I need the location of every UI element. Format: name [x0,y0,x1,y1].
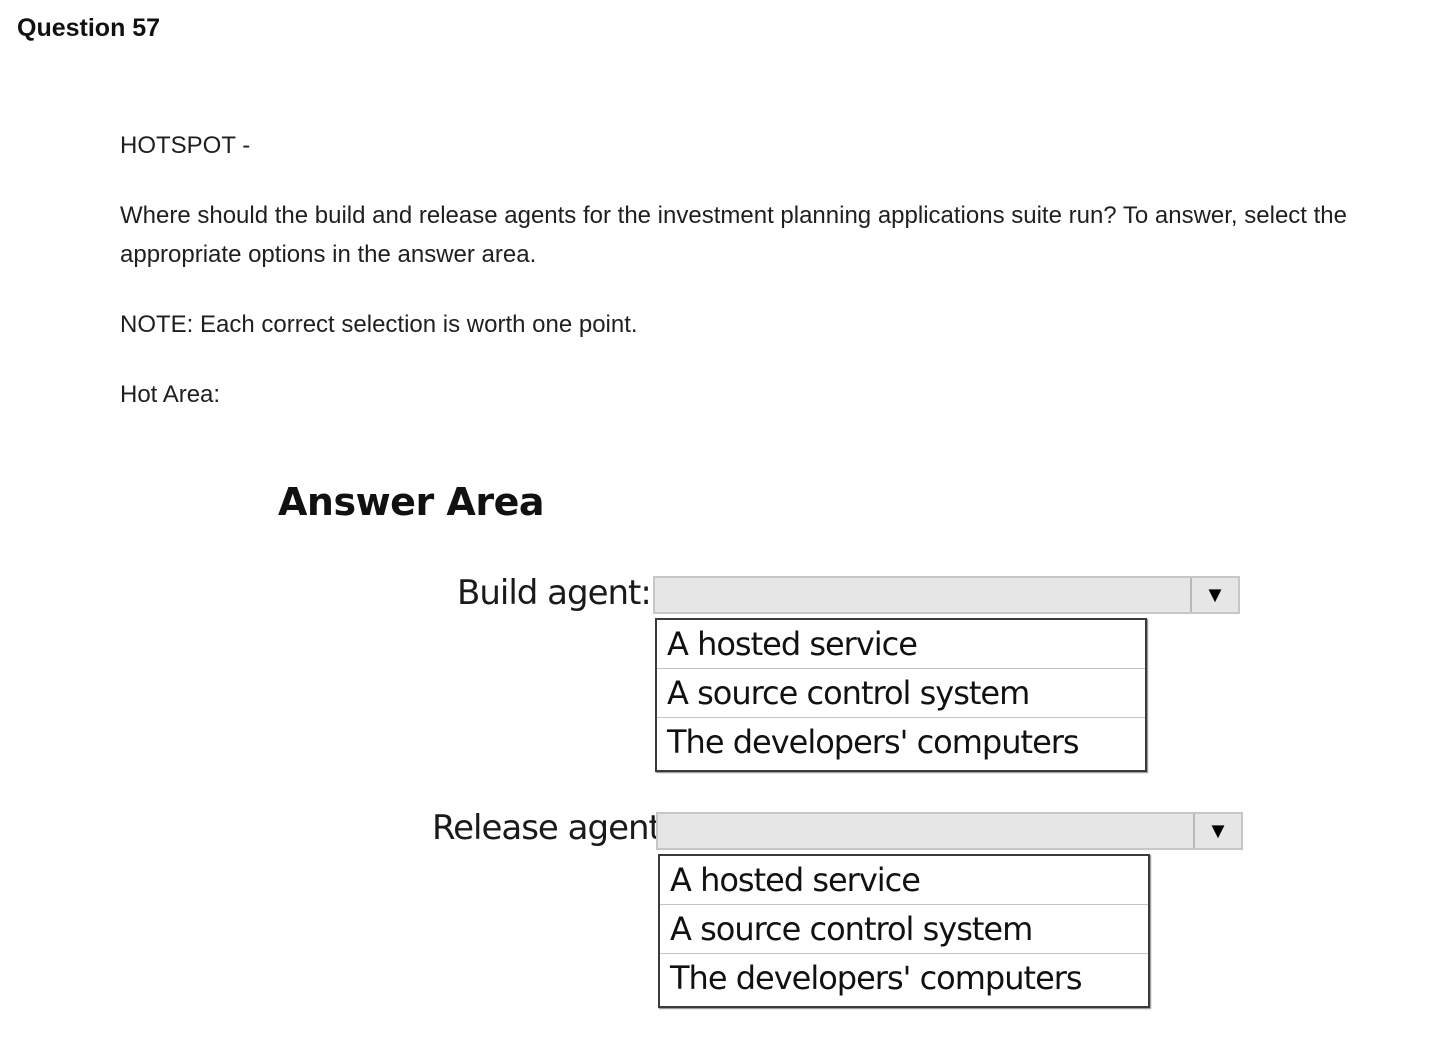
question-prompt: Where should the build and release agent… [120,202,1347,268]
release-agent-options: A hosted service A source control system… [658,854,1150,1008]
build-option-source-control[interactable]: A source control system [657,669,1145,718]
triangle-down-icon[interactable]: ▼ [1193,814,1241,848]
question-title: Question 57 [17,14,161,42]
release-option-developers-computers[interactable]: The developers' computers [660,954,1148,1006]
hot-area-label: Hot Area: [120,381,221,408]
build-option-hosted-service[interactable]: A hosted service [657,620,1145,669]
release-option-hosted-service[interactable]: A hosted service [660,856,1148,905]
build-agent-options: A hosted service A source control system… [655,618,1147,772]
build-agent-dropdown[interactable]: ▼ [653,576,1240,614]
release-agent-label: Release agent: [432,808,672,848]
build-agent-label: Build agent: [457,573,652,613]
triangle-down-icon[interactable]: ▼ [1190,578,1238,612]
release-option-source-control[interactable]: A source control system [660,905,1148,954]
question-note: NOTE: Each correct selection is worth on… [120,311,638,338]
build-option-developers-computers[interactable]: The developers' computers [657,718,1145,770]
question-type-label: HOTSPOT - [120,132,251,159]
release-agent-dropdown[interactable]: ▼ [656,812,1243,850]
answer-area-title: Answer Area [278,480,545,524]
